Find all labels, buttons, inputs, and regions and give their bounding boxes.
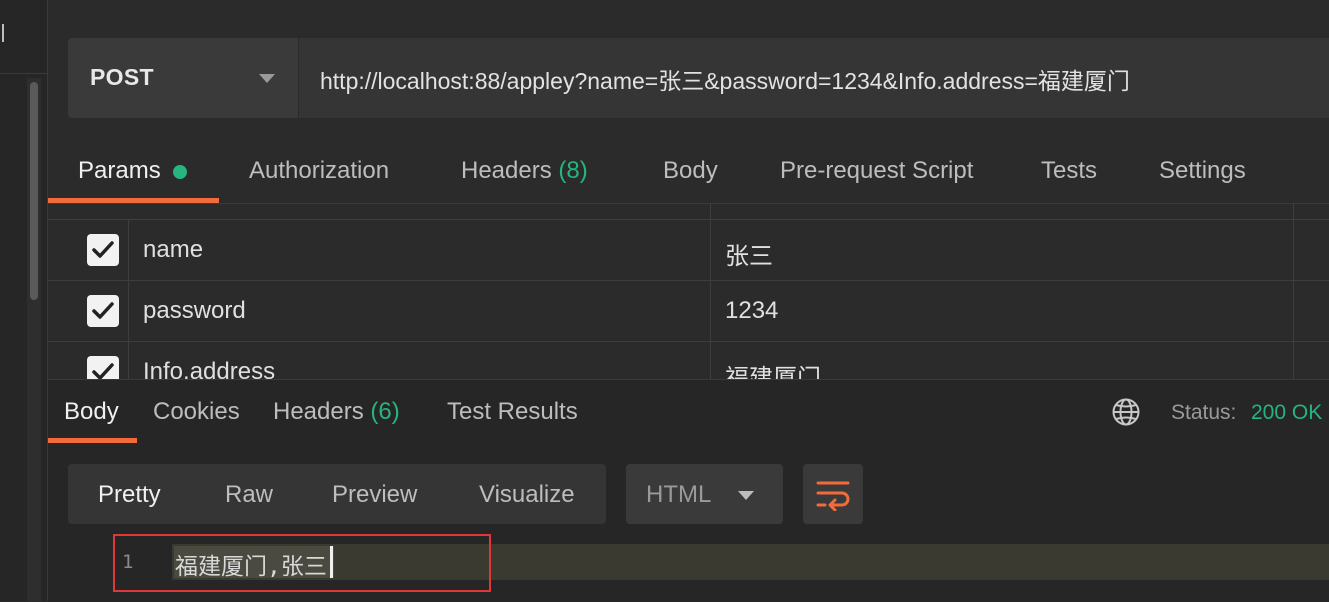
language-label: HTML — [646, 481, 712, 508]
tab-headers[interactable]: Headers (8) — [461, 157, 588, 185]
table-column-divider — [710, 204, 711, 220]
tab-body[interactable]: Body — [663, 157, 718, 185]
wrap-lines-button[interactable] — [803, 464, 863, 524]
check-icon — [92, 363, 114, 379]
params-active-dot — [173, 165, 187, 179]
tab-params-label: Params — [78, 157, 161, 184]
chevron-down-icon[interactable] — [259, 74, 275, 83]
view-visualize-button[interactable]: Visualize — [479, 481, 575, 509]
response-tab-body[interactable]: Body — [64, 398, 119, 426]
column-divider — [710, 281, 711, 342]
response-tab-headers-label: Headers — [273, 398, 364, 425]
response-headers-count: (6) — [370, 398, 400, 425]
tab-headers-count: (8) — [558, 157, 588, 184]
table-column-divider — [1293, 204, 1294, 220]
param-key[interactable]: password — [143, 297, 246, 325]
tab-tests[interactable]: Tests — [1041, 157, 1097, 185]
param-checkbox[interactable] — [87, 295, 119, 327]
column-divider — [710, 342, 711, 379]
view-raw-button[interactable]: Raw — [225, 481, 273, 509]
check-icon — [92, 302, 114, 319]
tab-authorization-label: Authorization — [249, 157, 390, 184]
response-tab-underline — [48, 438, 137, 443]
check-icon — [92, 241, 114, 258]
column-divider — [1293, 220, 1294, 281]
response-tab-cookies[interactable]: Cookies — [153, 398, 240, 426]
param-checkbox[interactable] — [87, 234, 119, 266]
chevron-down-icon[interactable] — [738, 491, 754, 500]
param-check-cell — [48, 281, 129, 342]
response-tab-headers[interactable]: Headers (6) — [273, 398, 400, 426]
response-tab-body-label: Body — [64, 398, 119, 425]
response-tab-cookies-label: Cookies — [153, 398, 240, 425]
tab-settings[interactable]: Settings — [1159, 157, 1246, 185]
tab-params[interactable]: Params — [78, 157, 161, 185]
column-divider — [710, 220, 711, 281]
tab-pre-request-script[interactable]: Pre-request Script — [780, 157, 973, 185]
url-text[interactable]: http://localhost:88/appley?name=张三&passw… — [320, 62, 1130, 96]
globe-icon[interactable] — [1111, 397, 1141, 427]
param-value[interactable]: 福建厦门 — [725, 358, 821, 379]
sidebar-tick — [2, 24, 4, 42]
tabs-divider — [48, 203, 1329, 204]
tab-authorization[interactable]: Authorization — [249, 157, 389, 185]
sidebar-scrollbar-thumb[interactable] — [30, 82, 38, 300]
table-row: Info.address 福建厦门 — [48, 341, 1329, 379]
sidebar-divider — [0, 73, 47, 74]
view-preview-button[interactable]: Preview — [332, 481, 417, 509]
column-divider — [1293, 342, 1294, 379]
view-pretty-button[interactable]: Pretty — [98, 481, 161, 509]
status-value: 200 OK — [1251, 401, 1323, 424]
response-tab-test-results[interactable]: Test Results — [447, 398, 578, 426]
tab-body-label: Body — [663, 157, 718, 184]
column-divider — [1293, 281, 1294, 342]
params-table: name 张三 password 1234 Info.address 福建厦门 — [48, 219, 1329, 379]
param-key[interactable]: Info.address — [143, 358, 275, 379]
param-check-cell — [48, 220, 129, 281]
param-checkbox[interactable] — [87, 356, 119, 379]
param-check-cell — [48, 342, 129, 379]
wrap-lines-icon — [816, 481, 850, 511]
param-key[interactable]: name — [143, 236, 203, 264]
table-row: password 1234 — [48, 280, 1329, 342]
param-value[interactable]: 1234 — [725, 297, 778, 325]
tab-pre-request-label: Pre-request Script — [780, 157, 974, 184]
status-label: Status: — [1171, 401, 1237, 424]
table-row: name 张三 — [48, 219, 1329, 281]
param-value[interactable]: 张三 — [725, 236, 773, 271]
tab-headers-label: Headers — [461, 157, 552, 184]
annotation-highlight-box — [113, 534, 491, 592]
tab-tests-label: Tests — [1041, 157, 1098, 184]
response-tab-test-results-label: Test Results — [447, 398, 578, 425]
method-label: POST — [90, 64, 154, 90]
tab-settings-label: Settings — [1159, 157, 1246, 184]
